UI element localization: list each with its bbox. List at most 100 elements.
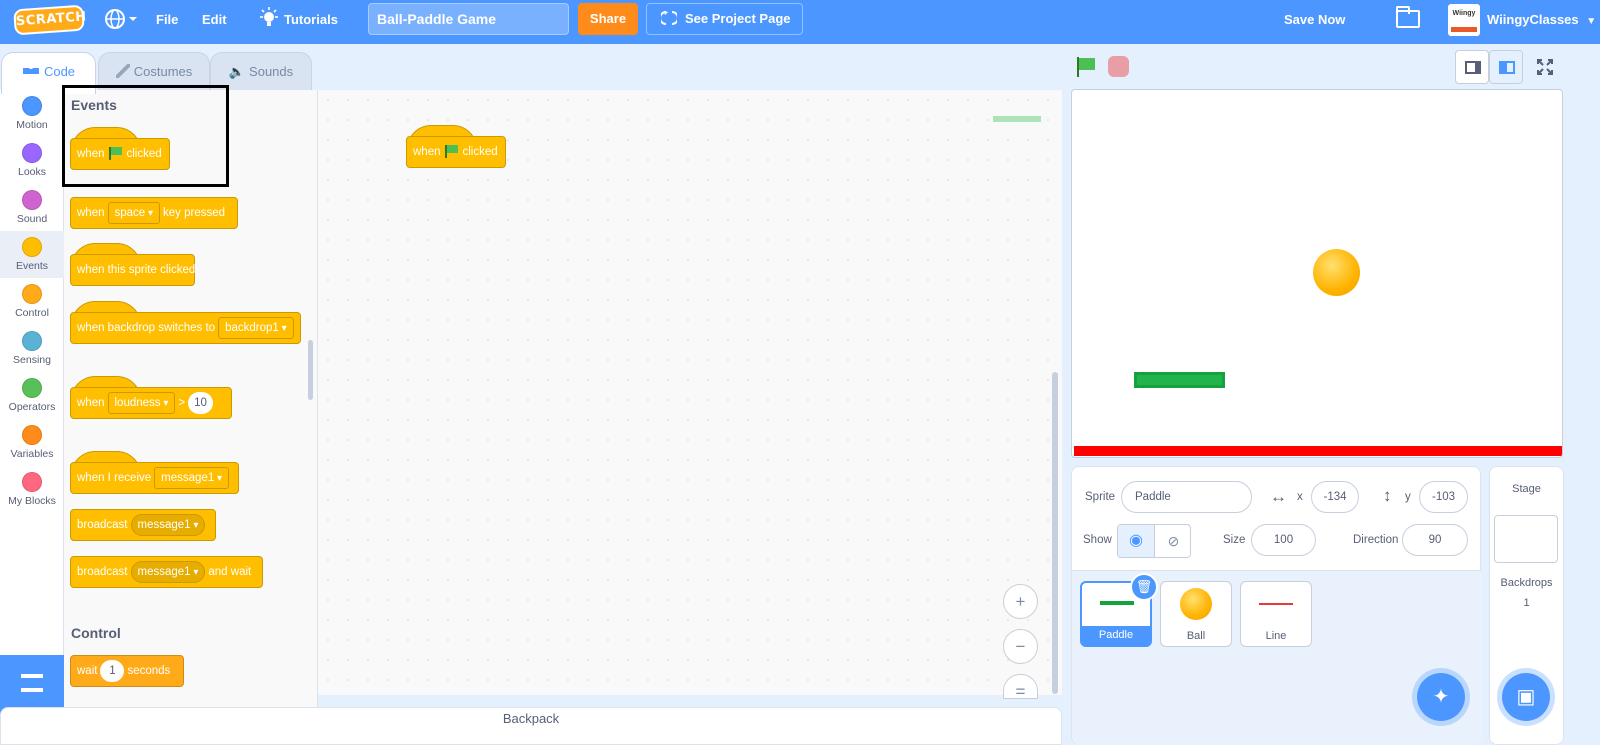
zoom-out-button[interactable]: −	[1003, 629, 1038, 664]
when-loudness-block[interactable]: whenloudness>10	[70, 387, 232, 419]
broadcast-block[interactable]: broadcast message1	[70, 509, 216, 541]
backdrops-label: Backdrops	[1500, 577, 1553, 589]
trash-icon[interactable]: 🗑	[1130, 573, 1158, 601]
block-text: and wait	[208, 566, 252, 578]
stage-canvas[interactable]	[1071, 89, 1563, 458]
stop-button[interactable]	[1108, 56, 1129, 77]
visibility-toggle: ◉ ⊘	[1117, 524, 1191, 558]
add-extension-button[interactable]	[0, 655, 64, 715]
choose-sprite-button[interactable]: ✦	[1417, 673, 1465, 721]
normal-stage-icon	[1499, 61, 1515, 74]
x-position-input[interactable]: -134	[1311, 481, 1359, 513]
username: WiingyClasses	[1487, 12, 1579, 27]
category-looks[interactable]: Looks	[0, 137, 64, 184]
stage-title: Stage	[1512, 483, 1541, 495]
file-menu[interactable]: File	[156, 0, 178, 44]
see-inside-icon	[659, 11, 679, 25]
eye-slash-icon[interactable]: ⊘	[1155, 525, 1190, 557]
category-menu: Motion Looks Sound Events Control Sensin…	[0, 90, 64, 715]
block-text: broadcast	[77, 566, 128, 578]
broadcast-wait-message-dropdown[interactable]: message1	[130, 560, 206, 583]
language-menu[interactable]	[104, 0, 140, 44]
category-sound[interactable]: Sound	[0, 184, 64, 231]
backdrop-dropdown[interactable]: backdrop1	[218, 316, 294, 339]
paddle-sprite[interactable]	[1134, 372, 1225, 388]
line-sprite[interactable]	[1074, 446, 1562, 456]
message-dropdown[interactable]: message1	[154, 466, 230, 489]
direction-input[interactable]: 90	[1402, 524, 1468, 556]
ball-sprite[interactable]	[1313, 249, 1360, 296]
lightbulb-icon	[260, 7, 278, 26]
avatar[interactable]: Wiingy	[1448, 4, 1480, 36]
choose-backdrop-button[interactable]: ▣	[1502, 673, 1550, 721]
workspace-scrollbar[interactable]	[1052, 372, 1058, 694]
broadcast-message-dropdown[interactable]: message1	[130, 513, 206, 536]
folder-icon[interactable]	[1396, 6, 1420, 28]
save-now-button[interactable]: Save Now	[1284, 0, 1345, 44]
wait-value-input[interactable]: 1	[100, 659, 125, 682]
tab-costumes-label: Costumes	[133, 64, 193, 79]
green-flag-button[interactable]	[1076, 57, 1096, 77]
sprite-thumb-ball[interactable]: Ball	[1160, 581, 1232, 647]
category-motion[interactable]: Motion	[0, 90, 64, 137]
small-stage-button[interactable]	[1455, 50, 1489, 84]
backpack[interactable]: Backpack	[0, 707, 1062, 745]
zoom-reset-button[interactable]: =	[1003, 674, 1038, 701]
zoom-out-icon: −	[1015, 637, 1026, 656]
paddle-thumbnail	[1100, 601, 1134, 605]
sprite-name-input[interactable]: Paddle	[1121, 481, 1252, 513]
loudness-value-input[interactable]: 10	[188, 391, 213, 414]
category-label: Sound	[16, 213, 48, 225]
chevron-down-icon: ▼	[1586, 16, 1597, 27]
category-variables[interactable]: Variables	[0, 419, 64, 466]
size-input[interactable]: 100	[1251, 524, 1316, 556]
size-label: Size	[1223, 534, 1246, 546]
tutorials-button[interactable]: Tutorials	[258, 0, 338, 44]
sprite-thumb-line[interactable]: Line	[1240, 581, 1312, 647]
category-sensing[interactable]: Sensing	[0, 325, 64, 372]
tutorials-label: Tutorials	[284, 12, 338, 27]
category-operators[interactable]: Operators	[0, 372, 64, 419]
fullscreen-button[interactable]	[1528, 50, 1562, 84]
scratch-logo[interactable]: SCRATCH	[13, 4, 87, 36]
sensing-dot-icon	[22, 331, 42, 351]
share-button[interactable]: Share	[578, 3, 638, 35]
wait-block[interactable]: wait 1 seconds	[70, 655, 184, 687]
see-project-page-button[interactable]: See Project Page	[646, 3, 803, 35]
key-dropdown[interactable]: space	[107, 201, 160, 224]
palette-scrollbar[interactable]	[308, 340, 313, 400]
category-control[interactable]: Control	[0, 278, 64, 325]
sprite-label: Sprite	[1085, 491, 1116, 503]
category-label: Motion	[16, 119, 48, 131]
looks-dot-icon	[22, 143, 42, 163]
script-workspace[interactable]: when clicked	[318, 90, 1062, 695]
fullscreen-icon	[1537, 59, 1553, 75]
stage-thumbnail[interactable]	[1494, 515, 1558, 563]
cat-icon: ✦	[1432, 686, 1450, 708]
block-text: wait	[77, 665, 98, 677]
block-text: broadcast	[77, 519, 128, 531]
when-i-receive-block[interactable]: when I receive message1	[70, 462, 239, 494]
eye-icon[interactable]: ◉	[1118, 525, 1155, 557]
block-text: seconds	[127, 665, 171, 677]
zoom-in-button[interactable]: +	[1003, 584, 1038, 619]
when-key-pressed-block[interactable]: whenspacekey pressed	[70, 197, 238, 229]
tab-sounds-label: Sounds	[249, 64, 294, 79]
when-flag-clicked-script[interactable]: when clicked	[406, 136, 506, 168]
loudness-dropdown[interactable]: loudness	[107, 391, 176, 414]
when-sprite-clicked-block[interactable]: when this sprite clicked	[70, 254, 195, 286]
events-dot-icon	[22, 237, 42, 257]
project-title-input[interactable]: Ball-Paddle Game	[368, 3, 569, 35]
category-my-blocks[interactable]: My Blocks	[0, 466, 64, 513]
account-menu[interactable]: WiingyClasses ▼	[1487, 0, 1596, 44]
category-events[interactable]: Events	[0, 231, 64, 278]
normal-stage-button[interactable]	[1489, 50, 1523, 84]
control-heading: Control	[71, 625, 121, 641]
category-label: Looks	[17, 166, 47, 178]
broadcast-and-wait-block[interactable]: broadcastmessage1and wait	[70, 556, 263, 588]
y-position-input[interactable]: -103	[1419, 481, 1468, 513]
sound-dot-icon	[22, 190, 42, 210]
when-backdrop-switches-block[interactable]: when backdrop switches to backdrop1	[70, 312, 301, 344]
edit-menu[interactable]: Edit	[202, 0, 227, 44]
sprite-info: Sprite Paddle ↔ x -134 ↕ y -103 Show ◉ ⊘…	[1072, 467, 1482, 571]
